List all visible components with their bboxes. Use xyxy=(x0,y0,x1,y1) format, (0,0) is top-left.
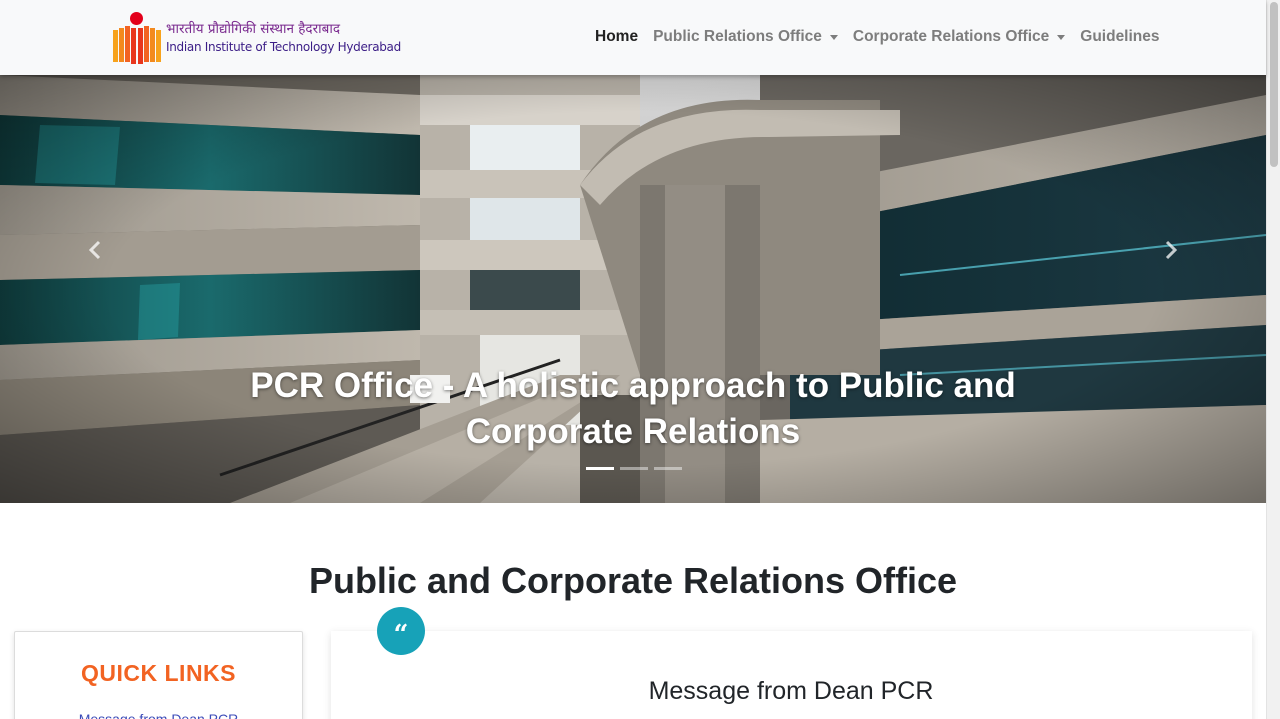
carousel-indicators xyxy=(586,467,688,470)
quick-links-card: QUICK LINKS Message from Dean PCR xyxy=(14,631,303,719)
page-scrollbar[interactable] xyxy=(1266,0,1280,719)
chevron-down-icon xyxy=(1057,35,1066,40)
top-navbar: भारतीय प्रौद्योगिकी संस्थान हैदराबाद Ind… xyxy=(0,0,1266,75)
iith-logo-icon xyxy=(112,12,162,64)
carousel-indicator-1[interactable] xyxy=(586,467,614,470)
carousel-prev-button[interactable] xyxy=(80,235,110,265)
quote-icon: “ xyxy=(377,607,425,655)
section-title: Public and Corporate Relations Office xyxy=(308,560,958,601)
carousel-indicator-2[interactable] xyxy=(620,467,648,470)
quick-links-title: QUICK LINKS xyxy=(81,660,236,686)
hero-caption: PCR Office - A holistic approach to Publ… xyxy=(0,363,1266,455)
nav-public-relations-office[interactable]: Public Relations Office xyxy=(653,28,838,46)
hero-caption-line-2: Corporate Relations xyxy=(465,412,801,451)
nav-home-label: Home xyxy=(595,28,639,45)
site-logo[interactable]: भारतीय प्रौद्योगिकी संस्थान हैदराबाद Ind… xyxy=(112,11,402,65)
main-nav: Home Public Relations Office Corporate R… xyxy=(595,26,1160,48)
carousel-next-button[interactable] xyxy=(1156,235,1186,265)
nav-corporate-relations-office[interactable]: Corporate Relations Office xyxy=(852,28,1066,46)
scrollbar-thumb[interactable] xyxy=(1270,2,1278,167)
nav-guidelines-label: Guidelines xyxy=(1080,28,1160,45)
logo-english-text: Indian Institute of Technology Hyderabad xyxy=(166,39,401,54)
dean-message-card: Message from Dean PCR xyxy=(331,631,1252,719)
hero-carousel: PCR Office - A holistic approach to Publ… xyxy=(0,75,1266,503)
carousel-indicator-3[interactable] xyxy=(654,467,682,470)
chevron-left-icon xyxy=(88,240,101,260)
nav-public-relations-label: Public Relations Office xyxy=(653,28,822,45)
logo-hindi-text: भारतीय प्रौद्योगिकी संस्थान हैदराबाद xyxy=(166,20,340,37)
nav-corporate-relations-label: Corporate Relations Office xyxy=(852,28,1050,45)
nav-guidelines[interactable]: Guidelines xyxy=(1080,28,1159,46)
hero-caption-line-1: PCR Office - A holistic approach to Publ… xyxy=(250,366,1016,405)
quick-link-message-from-dean[interactable]: Message from Dean PCR xyxy=(15,711,302,719)
chevron-right-icon xyxy=(1165,240,1178,260)
message-title: Message from Dean PCR xyxy=(648,677,934,705)
nav-home[interactable]: Home xyxy=(595,28,638,46)
chevron-down-icon xyxy=(829,35,838,40)
